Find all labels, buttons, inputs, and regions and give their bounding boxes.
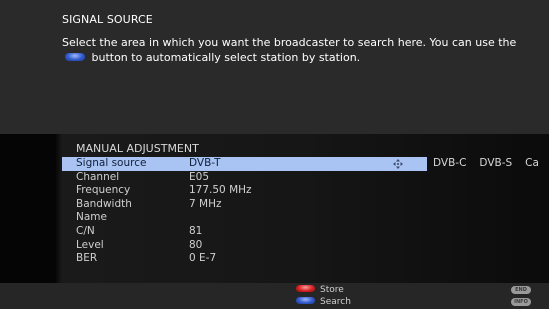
row-cn: C/N 81 [62,225,549,239]
settings-list: Signal source DVB-T DVB-C DVB-S Ca Channel… [62,157,549,266]
panel-heading: MANUAL ADJUSTMENT [76,142,199,155]
row-value: 7 MHz [189,197,222,210]
row-value: 80 [189,238,203,251]
row-value: 177.50 MHz [189,184,252,197]
info-title: SIGNAL SOURCE [62,13,153,26]
search-label: Search [320,297,351,307]
signal-source-options: DVB-C DVB-S Ca [427,157,549,171]
store-label: Store [320,285,344,295]
row-value: E05 [189,170,209,183]
option-dvb-c[interactable]: DVB-C [433,157,466,169]
row-level: Level 80 [62,239,549,253]
blue-button-icon [296,297,315,304]
row-name[interactable]: Name [62,211,549,225]
blue-button-icon [65,53,85,61]
row-channel[interactable]: Channel E05 [62,171,549,185]
option-cable[interactable]: Ca [525,157,539,169]
store-action[interactable]: Store [296,285,344,296]
row-label: Bandwidth [76,197,132,210]
row-bandwidth[interactable]: Bandwidth 7 MHz [62,198,549,212]
row-value: 81 [189,224,203,237]
option-dvb-s[interactable]: DVB-S [479,157,512,169]
info-key-icon[interactable]: INFO [511,298,531,306]
four-way-arrows-icon [393,159,403,169]
info-panel: SIGNAL SOURCE Select the area in which y… [0,0,549,134]
row-ber: BER 0 E-7 [62,252,549,266]
footer-bar: Store Search END INFO [0,283,549,309]
row-value: DVB-T [189,157,221,169]
red-button-icon [296,285,315,292]
end-key-icon[interactable]: END [511,286,531,294]
row-value: 0 E-7 [189,252,217,265]
row-label: Channel [76,170,120,183]
row-label: BER [76,252,98,265]
row-label: Frequency [76,184,131,197]
info-description-text-2: button to automatically select station b… [91,51,361,64]
search-action[interactable]: Search [296,297,351,308]
row-label: Name [76,211,107,224]
info-description: Select the area in which you want the br… [62,35,542,65]
row-frequency[interactable]: Frequency 177.50 MHz [62,184,549,198]
row-label: Signal source [76,157,147,169]
manual-adjustment-panel: MANUAL ADJUSTMENT Signal source DVB-T DV… [0,134,549,283]
row-label: C/N [76,224,95,237]
info-description-text-1: Select the area in which you want the br… [62,36,517,49]
row-signal-source[interactable]: Signal source DVB-T [62,157,427,171]
row-label: Level [76,238,104,251]
